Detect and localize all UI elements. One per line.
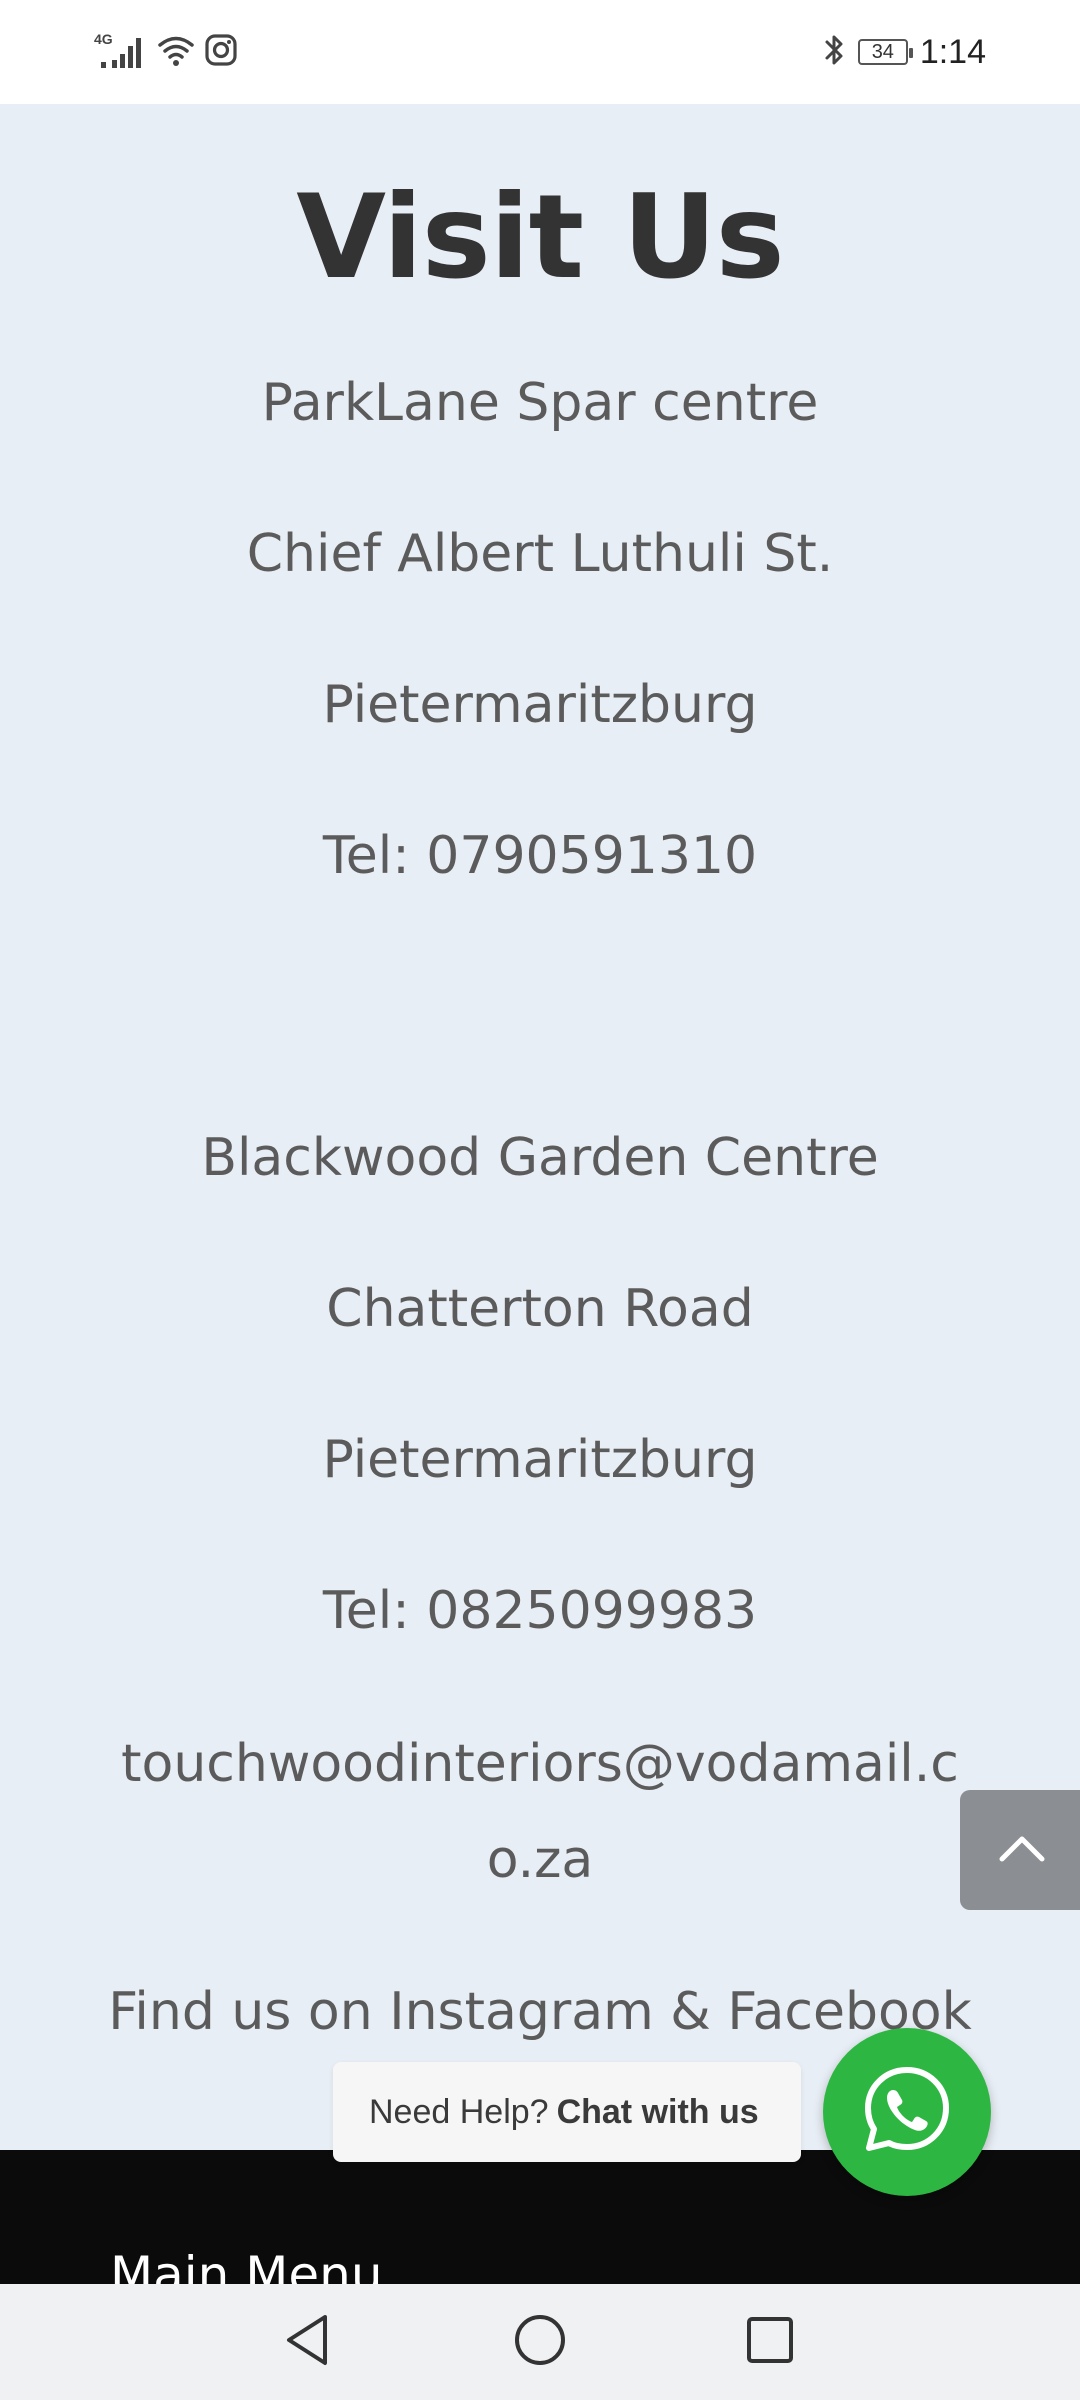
chat-action: Chat with us: [556, 2092, 759, 2131]
battery-level: 34: [871, 41, 894, 63]
location-1-street: Chief Albert Luthuli St.: [246, 524, 834, 584]
instagram-icon: [204, 33, 238, 71]
status-left: 4G: [92, 30, 238, 74]
home-icon: [513, 2313, 567, 2371]
network-type: 4G: [94, 31, 113, 47]
bluetooth-icon: [822, 32, 846, 72]
recents-icon: [745, 2315, 795, 2369]
email-link[interactable]: touchwoodinteriors@vodamail.co.za: [100, 1716, 980, 1908]
whatsapp-icon: [859, 2062, 955, 2162]
system-nav-bar: [0, 2284, 1080, 2400]
status-right: 34 1:14: [822, 28, 986, 76]
chat-prefix: Need Help?: [369, 2092, 549, 2131]
scroll-to-top-button[interactable]: [960, 1790, 1080, 1910]
home-button[interactable]: [512, 2314, 568, 2370]
location-2-city: Pietermaritzburg: [322, 1430, 758, 1490]
back-button[interactable]: [280, 2314, 336, 2370]
page-title: Visit Us: [296, 170, 784, 305]
status-bar: 4G 34 1:14: [0, 0, 1080, 104]
location-1-phone[interactable]: Tel: 0790591310: [0, 825, 1080, 887]
location-1-name: ParkLane Spar centre: [261, 373, 819, 433]
recents-button[interactable]: [742, 2314, 798, 2370]
location-2-street: Chatterton Road: [326, 1279, 754, 1339]
location-2-name: Blackwood Garden Centre: [201, 1128, 879, 1188]
whatsapp-button[interactable]: [823, 2028, 991, 2196]
chevron-up-icon: [998, 1833, 1046, 1867]
back-icon: [283, 2313, 333, 2371]
signal-icon: 4G: [92, 30, 148, 74]
footer-main-menu-title: Main Menu: [110, 2246, 383, 2284]
battery-icon: 34: [857, 39, 913, 65]
visit-us-section: Visit Us ParkLane Spar centre Chief Albe…: [0, 104, 1080, 2150]
location-1-city: Pietermaritzburg: [322, 675, 758, 735]
location-2-phone[interactable]: Tel: 0825099983: [0, 1580, 1080, 1642]
wifi-icon: [156, 32, 196, 72]
chat-prompt[interactable]: Need Help? Chat with us: [333, 2062, 801, 2162]
clock: 1:14: [919, 32, 986, 71]
